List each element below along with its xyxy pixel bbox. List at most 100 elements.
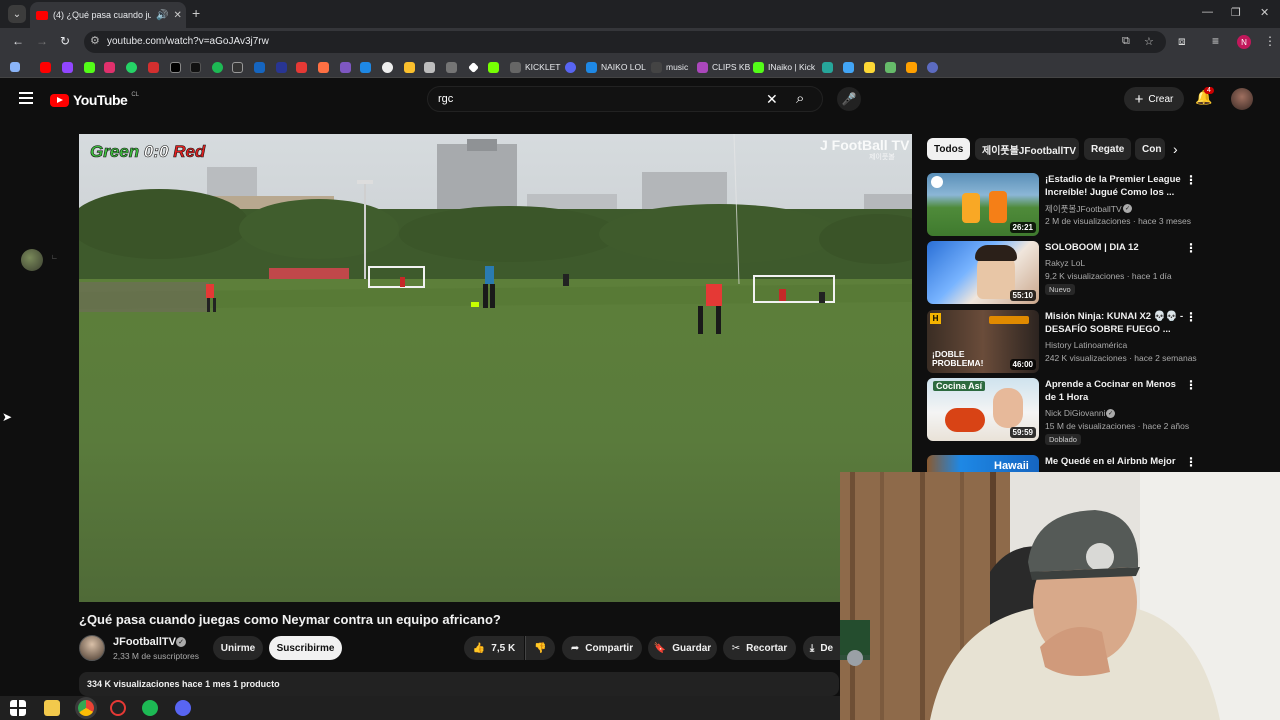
chevron-right-icon[interactable]: › <box>1173 141 1178 157</box>
bookmark-instagram-icon[interactable] <box>104 60 115 74</box>
chip-todos[interactable]: Todos <box>927 138 971 160</box>
more-options-icon[interactable]: ⋮ <box>1185 310 1197 324</box>
recommendation-item[interactable]: 55:10 SOLOBOOM | DIA 12 Rakyz LoL 9,2 K … <box>927 241 1202 305</box>
bookmark-orange-icon[interactable] <box>318 60 329 74</box>
bookmark-inaiko-kick[interactable]: INaiko | Kick <box>753 60 815 74</box>
recommendation-channel[interactable]: Rakyz LoL <box>1045 258 1085 268</box>
bookmark-twitch-icon[interactable] <box>62 60 73 74</box>
recommendation-item[interactable]: H ¡DOBLE PROBLEMA! 46:00 Misión Ninja: K… <box>927 310 1202 374</box>
recommendation-title[interactable]: Aprende a Cocinar en Menos de 1 Hora <box>1045 378 1185 404</box>
clip-button[interactable]: ✂ Recortar <box>723 636 796 660</box>
media-icon[interactable]: ≡ <box>1212 34 1219 48</box>
more-options-icon[interactable]: ⋮ <box>1185 378 1197 392</box>
recommendation-item[interactable]: Cocina Así 59:59 Aprende a Cocinar en Me… <box>927 378 1202 445</box>
window-close-icon[interactable]: ✕ <box>1260 6 1269 19</box>
bookmark-naiko-lol[interactable]: NAIKO LOL <box>586 60 646 74</box>
bookmark-blue-icon[interactable] <box>254 60 265 74</box>
bookmark-u-icon[interactable] <box>906 60 917 74</box>
search-icon[interactable]: ⌕ <box>796 90 804 107</box>
floating-avatar[interactable] <box>21 249 43 271</box>
video-thumbnail[interactable]: 55:10 <box>927 241 1039 304</box>
bookmark-kicklet[interactable]: KICKLET <box>510 60 560 74</box>
site-info-icon[interactable]: ⚙ <box>90 34 100 47</box>
bookmark-shield-icon[interactable] <box>276 60 287 74</box>
download-button[interactable]: ⤓ De <box>803 636 840 660</box>
bookmark-folder-icon[interactable] <box>404 60 415 74</box>
bookmark-whatsapp-icon[interactable] <box>126 60 137 74</box>
share-button[interactable]: ➦ Compartir <box>562 636 642 660</box>
recommendation-channel[interactable]: Nick DiGiovanni <box>1045 408 1105 418</box>
video-stats[interactable]: 334 K visualizaciones hace 1 mes 1 produ… <box>79 672 839 696</box>
like-button[interactable]: 👍 7,5 K <box>464 636 524 660</box>
clear-search-icon[interactable]: ✕ <box>766 91 778 108</box>
account-avatar[interactable] <box>1231 88 1253 110</box>
bookmark-yellow-icon[interactable] <box>864 60 875 74</box>
save-button[interactable]: 🔖 Guardar <box>648 636 717 660</box>
discord-icon[interactable] <box>175 700 191 716</box>
search-box[interactable]: rgc ✕ ⌕ <box>427 86 823 112</box>
omnibox[interactable]: ⚙ youtube.com/watch?v=aGoJAv3j7rw ⧉ ☆ <box>84 31 1166 53</box>
tab-search-icon[interactable]: ⌄ <box>8 5 26 23</box>
recommendation-item[interactable]: Hawaii Me Quedé en el Airbnb Mejor ⋮ <box>927 455 1202 472</box>
bookmark-star-icon[interactable]: ☆ <box>1144 35 1154 48</box>
bookmark-x-icon[interactable] <box>170 60 181 74</box>
close-tab-icon[interactable]: ✕ <box>173 10 181 21</box>
menu-icon[interactable] <box>19 92 33 107</box>
video-thumbnail[interactable]: Hawaii <box>927 455 1039 472</box>
bookmark-search-icon[interactable] <box>360 60 371 74</box>
bookmark-circle-icon[interactable] <box>382 60 393 74</box>
bookmark-clips-kb[interactable]: CLIPS KB <box>697 60 750 74</box>
bookmark-tiktok-icon[interactable] <box>190 60 201 74</box>
bookmark-chart2-icon[interactable] <box>843 60 854 74</box>
chip-channel[interactable]: 제이풋볼JFootballTV <box>975 138 1079 160</box>
forward-icon[interactable]: → <box>36 34 48 48</box>
spotify-icon[interactable] <box>142 700 158 716</box>
bookmark-red-icon[interactable] <box>148 60 159 74</box>
bookmark-discord-icon[interactable] <box>565 60 576 74</box>
bookmark-teal-icon[interactable] <box>822 60 833 74</box>
chrome-icon[interactable] <box>78 700 94 716</box>
channel-name[interactable]: JFootballTV <box>113 636 176 648</box>
recommendation-channel[interactable]: History Latinoamérica <box>1045 340 1127 350</box>
microphone-icon[interactable]: 🎤 <box>837 87 861 111</box>
windows-start-icon[interactable] <box>10 700 26 716</box>
search-input[interactable]: rgc <box>438 93 453 105</box>
bookmark-youtube-icon[interactable] <box>40 60 51 74</box>
recommendation-title[interactable]: SOLOBOOM | DIA 12 <box>1045 241 1185 254</box>
bookmark-diamond-icon[interactable] <box>468 60 479 74</box>
new-tab-icon[interactable]: + <box>192 5 200 21</box>
chip-con[interactable]: Con <box>1135 138 1165 160</box>
recommendation-title[interactable]: ¡Estadio de la Premier League Increíble!… <box>1045 173 1185 199</box>
back-icon[interactable]: ← <box>12 34 24 48</box>
obs-icon[interactable] <box>110 700 126 716</box>
bookmark-purple-icon[interactable] <box>340 60 351 74</box>
more-options-icon[interactable]: ⋮ <box>1185 241 1197 255</box>
bookmark-green-icon[interactable] <box>885 60 896 74</box>
bookmark-grey-icon[interactable] <box>446 60 457 74</box>
speaker-icon[interactable]: 🔊 <box>156 10 168 21</box>
install-icon[interactable]: ⧉ <box>1122 35 1130 48</box>
join-button[interactable]: Unirme <box>213 636 263 660</box>
profile-avatar[interactable]: N <box>1237 35 1251 49</box>
bookmark-music[interactable]: music <box>651 60 688 74</box>
dislike-button[interactable]: 👎 <box>525 636 555 660</box>
tab-active[interactable]: (4) ¿Qué pasa cuando juega 🔊 ✕ <box>30 2 186 28</box>
bookmark-chart-icon[interactable] <box>296 60 307 74</box>
more-options-icon[interactable]: ⋮ <box>1185 455 1197 469</box>
browser-menu-icon[interactable]: ⋮ <box>1264 34 1276 48</box>
bookmark-cat-icon[interactable] <box>424 60 435 74</box>
more-options-icon[interactable]: ⋮ <box>1185 173 1197 187</box>
bookmark-star-green-icon[interactable] <box>488 60 499 74</box>
video-thumbnail[interactable]: Cocina Así 59:59 <box>927 378 1039 441</box>
bookmark-kick-icon[interactable] <box>84 60 95 74</box>
recommendation-item[interactable]: 26:21 ¡Estadio de la Premier League Incr… <box>927 173 1202 237</box>
video-thumbnail[interactable]: H ¡DOBLE PROBLEMA! 46:00 <box>927 310 1039 373</box>
recommendation-title[interactable]: Me Quedé en el Airbnb Mejor <box>1045 455 1185 468</box>
video-thumbnail[interactable]: 26:21 <box>927 173 1039 236</box>
recommendation-channel[interactable]: 제이풋볼JFootballTV <box>1045 203 1122 215</box>
restore-icon[interactable]: ❐ <box>1231 6 1241 19</box>
extensions-icon[interactable]: ⧈ <box>1178 34 1186 49</box>
recommendation-title[interactable]: Misión Ninja: KUNAI X2 💀💀 - DESAFÍO SOBR… <box>1045 310 1185 336</box>
bookmark-spotify-icon[interactable] <box>212 60 223 74</box>
bookmark-s-icon[interactable] <box>232 60 243 74</box>
